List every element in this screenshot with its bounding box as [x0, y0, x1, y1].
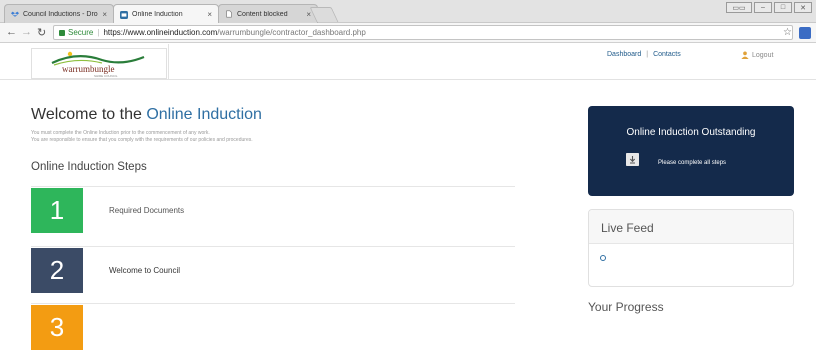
online-induction-icon — [120, 10, 128, 19]
step-number-badge: 1 — [31, 188, 83, 233]
page-icon — [226, 10, 232, 18]
bookmark-star-icon[interactable]: ☆ — [783, 27, 792, 38]
logout-link[interactable]: Logout — [741, 51, 773, 59]
tab-online-induction[interactable]: Online Induction × — [113, 4, 219, 24]
steps-heading: Online Induction Steps — [31, 161, 147, 173]
title-accent: Online Induction — [146, 106, 262, 123]
live-feed-title: Live Feed — [589, 210, 793, 244]
secure-label: Secure — [68, 28, 94, 37]
back-icon[interactable]: ← — [6, 26, 17, 38]
download-icon — [626, 153, 639, 166]
url-path: /warrumbungle/contractor_dashboard.php — [217, 28, 366, 37]
tab-dropbox[interactable]: Council Inductions - Dropb × — [4, 4, 114, 23]
address-bar[interactable]: Secure | https://www.onlineinduction.com… — [53, 25, 793, 40]
reload-icon[interactable]: ↻ — [37, 26, 46, 39]
logo-text: warrumbungle — [62, 64, 115, 74]
step-number-badge: 2 — [31, 248, 83, 293]
live-feed-panel: Live Feed — [588, 209, 794, 287]
step-row-2[interactable]: 2 Welcome to Council — [31, 246, 515, 293]
outstanding-title: Online Induction Outstanding — [626, 127, 756, 138]
logout-label: Logout — [752, 51, 774, 59]
outstanding-text: Please complete all steps — [658, 160, 727, 166]
profile-icon[interactable]: ▭▭ — [726, 2, 752, 13]
minimize-icon[interactable]: – — [754, 2, 772, 13]
window-controls: ▭▭ – □ ✕ — [726, 2, 812, 13]
header-nav: Dashboard | Contacts — [607, 51, 681, 58]
intro-text: You must complete the Online Induction p… — [31, 130, 253, 143]
browser-tab-strip: Council Inductions - Dropb × Online Indu… — [0, 0, 816, 24]
browser-toolbar: ← → ↻ Secure | https://www.onlineinducti… — [0, 23, 816, 43]
tab-title: Council Inductions - Dropb — [23, 10, 99, 18]
close-icon[interactable]: × — [102, 10, 107, 19]
extension-icon[interactable] — [799, 27, 811, 39]
logo-subtext: SHIRE COUNCIL — [94, 74, 118, 78]
step-row-1[interactable]: 1 Required Documents — [31, 186, 515, 233]
tab-title: Content blocked — [237, 10, 288, 18]
step-label: Required Documents — [109, 206, 185, 215]
nav-separator: | — [646, 51, 649, 58]
tab-title: Online Induction — [132, 11, 183, 18]
tab-content-blocked[interactable]: Content blocked × — [218, 4, 318, 23]
maximize-icon[interactable]: □ — [774, 2, 792, 13]
induction-outstanding-panel: Online Induction Outstanding Please comp… — [588, 106, 794, 196]
nav-contacts-link[interactable]: Contacts — [653, 51, 681, 58]
lock-icon — [59, 29, 65, 36]
nav-dashboard-link[interactable]: Dashboard — [607, 51, 641, 58]
council-logo[interactable]: warrumbungle SHIRE COUNCIL — [31, 48, 167, 79]
step-number-badge: 3 — [31, 305, 83, 350]
header-divider — [168, 44, 169, 80]
progress-heading: Your Progress — [588, 300, 664, 314]
user-icon — [741, 51, 749, 59]
title-prefix: Welcome to the — [31, 106, 147, 123]
intro-line: You are responsible to ensure that you c… — [31, 136, 253, 143]
close-icon[interactable]: × — [207, 10, 212, 19]
site-header: warrumbungle SHIRE COUNCIL Dashboard | Con… — [0, 44, 816, 80]
forward-icon[interactable]: → — [21, 26, 32, 38]
url-separator: | — [97, 28, 100, 37]
feed-item-icon — [600, 255, 606, 261]
step-label: Welcome to Council — [109, 266, 180, 275]
page-title: Welcome to the Online Induction — [31, 106, 262, 124]
url-host: https://www.onlineinduction.com — [103, 28, 218, 37]
close-window-icon[interactable]: ✕ — [794, 2, 812, 13]
dropbox-icon — [11, 11, 19, 17]
